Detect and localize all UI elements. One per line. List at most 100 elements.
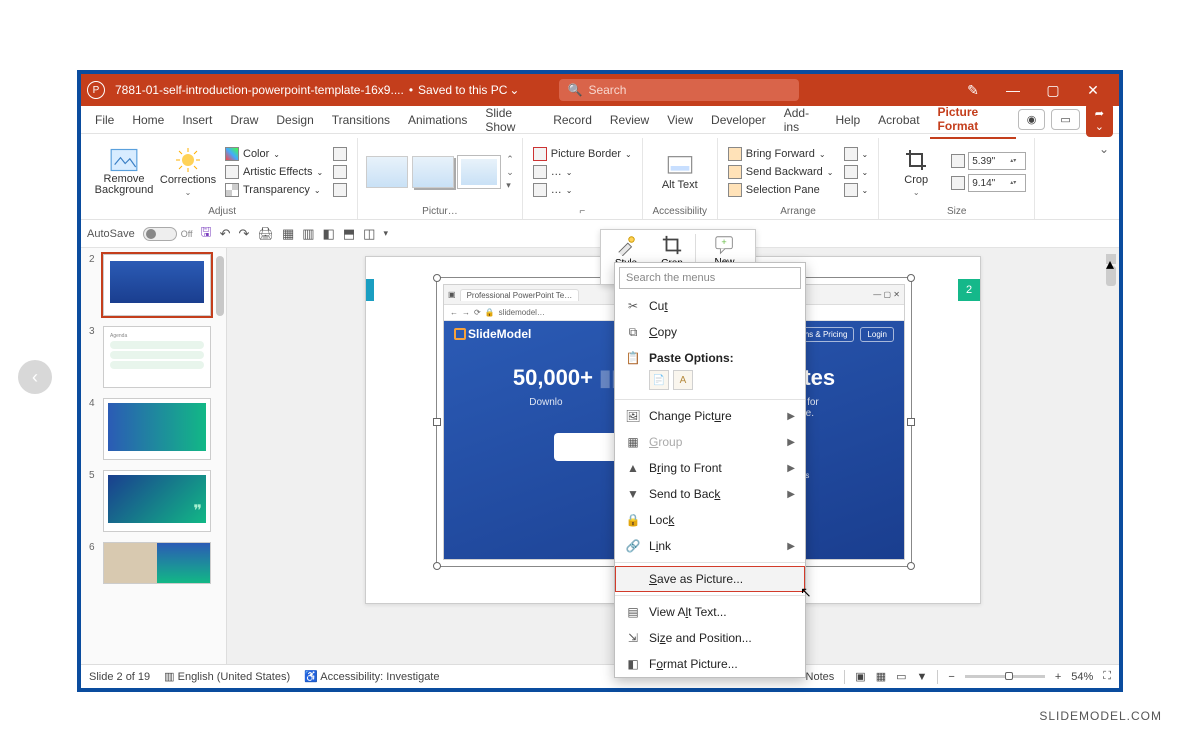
slide-thumbnails[interactable]: 2 3 Agenda 4 5 ❞ 6 xyxy=(81,248,227,664)
menu-view-alt-text[interactable]: ▤View Alt Text... xyxy=(615,599,805,625)
tab-draw[interactable]: Draw xyxy=(222,109,266,131)
zoom-slider[interactable] xyxy=(965,675,1045,678)
tab-design[interactable]: Design xyxy=(268,109,321,131)
height-input[interactable]: 5.39"▴▾ xyxy=(968,152,1026,170)
qat-more[interactable]: ▾ xyxy=(383,228,388,239)
artistic-effects-button[interactable]: Artistic Effects⌄ xyxy=(223,164,325,180)
svg-text:+: + xyxy=(721,237,726,247)
tab-animations[interactable]: Animations xyxy=(400,109,475,131)
tab-addins[interactable]: Add-ins xyxy=(776,102,826,138)
menu-format-picture[interactable]: ◧Format Picture... xyxy=(615,651,805,677)
tab-view[interactable]: View xyxy=(659,109,701,131)
tab-home[interactable]: Home xyxy=(124,109,172,131)
view-normal[interactable]: ▣ xyxy=(855,670,865,683)
transparency-button[interactable]: Transparency⌄ xyxy=(223,182,325,198)
crop-button[interactable]: Crop⌄ xyxy=(887,148,945,197)
thumbnail-6[interactable] xyxy=(103,542,211,584)
menu-change-picture[interactable]: 🖼Change Picture▶ xyxy=(615,403,805,429)
lang-indicator[interactable]: ▥ English (United States) xyxy=(164,670,290,683)
change-button[interactable] xyxy=(331,164,349,180)
menu-send-to-back[interactable]: ▼Send to Back▶ xyxy=(615,481,805,507)
color-button[interactable]: Color⌄ xyxy=(223,146,325,162)
paste-option-1[interactable]: 📄 xyxy=(649,370,669,390)
tab-transitions[interactable]: Transitions xyxy=(324,109,398,131)
tab-picture-format[interactable]: Picture Format xyxy=(930,101,1016,139)
menu-size-position[interactable]: ⇲Size and Position... xyxy=(615,625,805,651)
menu-search[interactable]: Search the menus xyxy=(619,267,801,289)
fit-button[interactable]: ⛶ xyxy=(1103,670,1111,683)
maximize-button[interactable]: ▢ xyxy=(1033,76,1073,104)
undo-icon[interactable]: ↶ xyxy=(220,226,231,242)
resize-handle[interactable] xyxy=(433,418,441,426)
picture-layout-button[interactable]: …⌄ xyxy=(531,182,634,198)
alt-text-button[interactable]: Alt Text xyxy=(651,154,709,191)
qat-icon[interactable]: ◧ xyxy=(323,226,335,242)
view-slideshow[interactable]: ▼ xyxy=(917,671,928,683)
thumbnail-5[interactable]: ❞ xyxy=(103,470,211,532)
tab-acrobat[interactable]: Acrobat xyxy=(870,109,927,131)
slide-counter[interactable]: Slide 2 of 19 xyxy=(89,671,150,683)
tab-developer[interactable]: Developer xyxy=(703,109,774,131)
rotate-button[interactable]: ⌄ xyxy=(842,182,871,198)
qat-icon[interactable]: ⬒ xyxy=(343,226,355,242)
picture-effects-button[interactable]: …⌄ xyxy=(531,164,634,180)
group-button[interactable]: ⌄ xyxy=(842,164,871,180)
carousel-prev[interactable]: ‹ xyxy=(18,360,52,394)
tab-insert[interactable]: Insert xyxy=(174,109,220,131)
send-backward-button[interactable]: Send Backward⌄ xyxy=(726,164,836,180)
thumbnail-4[interactable] xyxy=(103,398,211,460)
picture-border-button[interactable]: Picture Border⌄ xyxy=(531,146,634,162)
resize-handle[interactable] xyxy=(433,562,441,570)
menu-save-as-picture[interactable]: Save as Picture... xyxy=(615,566,805,592)
camera-button[interactable]: ◉ xyxy=(1018,109,1046,130)
menu-copy[interactable]: ⧉Copy xyxy=(615,319,805,345)
view-sorter[interactable]: ▦ xyxy=(876,670,886,683)
resize-handle[interactable] xyxy=(433,274,441,282)
paste-option-2[interactable]: A xyxy=(673,370,693,390)
tab-review[interactable]: Review xyxy=(602,109,657,131)
view-reading[interactable]: ▭ xyxy=(896,670,906,683)
tab-help[interactable]: Help xyxy=(827,109,868,131)
present-button[interactable]: ▭ xyxy=(1051,109,1079,130)
thumbnail-3[interactable]: Agenda xyxy=(103,326,211,388)
close-button[interactable]: ✕ xyxy=(1073,76,1113,104)
qat-icon[interactable]: 🖨 xyxy=(257,226,274,242)
tab-slideshow[interactable]: Slide Show xyxy=(477,102,543,138)
zoom-in[interactable]: + xyxy=(1055,671,1061,683)
corrections-button[interactable]: Corrections ⌄ xyxy=(159,148,217,197)
autosave-toggle[interactable] xyxy=(143,227,177,241)
qat-icon[interactable]: ◫ xyxy=(363,226,375,242)
search-box[interactable]: 🔍 Search xyxy=(559,79,799,101)
qat-icon[interactable]: ▥ xyxy=(302,226,314,242)
menu-bring-to-front[interactable]: ▲Bring to Front▶ xyxy=(615,455,805,481)
thumbnail-scrollbar[interactable] xyxy=(216,256,224,316)
zoom-value[interactable]: 54% xyxy=(1071,671,1093,683)
save-icon[interactable]: 🖫 xyxy=(201,223,212,245)
accessibility-status[interactable]: ♿ Accessibility: Investigate xyxy=(304,670,439,683)
resize-handle[interactable] xyxy=(907,418,915,426)
zoom-out[interactable]: − xyxy=(948,671,954,683)
save-state[interactable]: Saved to this PC xyxy=(418,83,507,97)
compress-button[interactable] xyxy=(331,146,349,162)
resize-handle[interactable] xyxy=(907,274,915,282)
menu-lock[interactable]: 🔒Lock xyxy=(615,507,805,533)
tab-file[interactable]: File xyxy=(87,109,122,131)
thumbnail-2[interactable] xyxy=(103,254,211,316)
reset-button[interactable] xyxy=(331,182,349,198)
menu-link[interactable]: 🔗Link▶ xyxy=(615,533,805,559)
align-button[interactable]: ⌄ xyxy=(842,146,871,162)
remove-background-button[interactable]: Remove Background xyxy=(95,148,153,196)
selection-pane-button[interactable]: Selection Pane xyxy=(726,182,836,198)
resize-handle[interactable] xyxy=(907,562,915,570)
link-icon: 🔗 xyxy=(625,538,641,554)
bring-forward-button[interactable]: Bring Forward⌄ xyxy=(726,146,836,162)
canvas-scrollbar[interactable]: ▴ xyxy=(1105,252,1117,652)
share-button[interactable]: ➦ ⌄ xyxy=(1086,103,1113,137)
redo-icon[interactable]: ↷ xyxy=(239,226,250,242)
width-input[interactable]: 9.14"▴▾ xyxy=(968,174,1026,192)
picture-styles-gallery[interactable] xyxy=(366,156,500,188)
tab-record[interactable]: Record xyxy=(545,109,600,131)
menu-cut[interactable]: ✂Cut xyxy=(615,293,805,319)
collapse-ribbon[interactable]: ⌄ xyxy=(1095,138,1113,219)
qat-icon[interactable]: ▦ xyxy=(282,226,294,242)
